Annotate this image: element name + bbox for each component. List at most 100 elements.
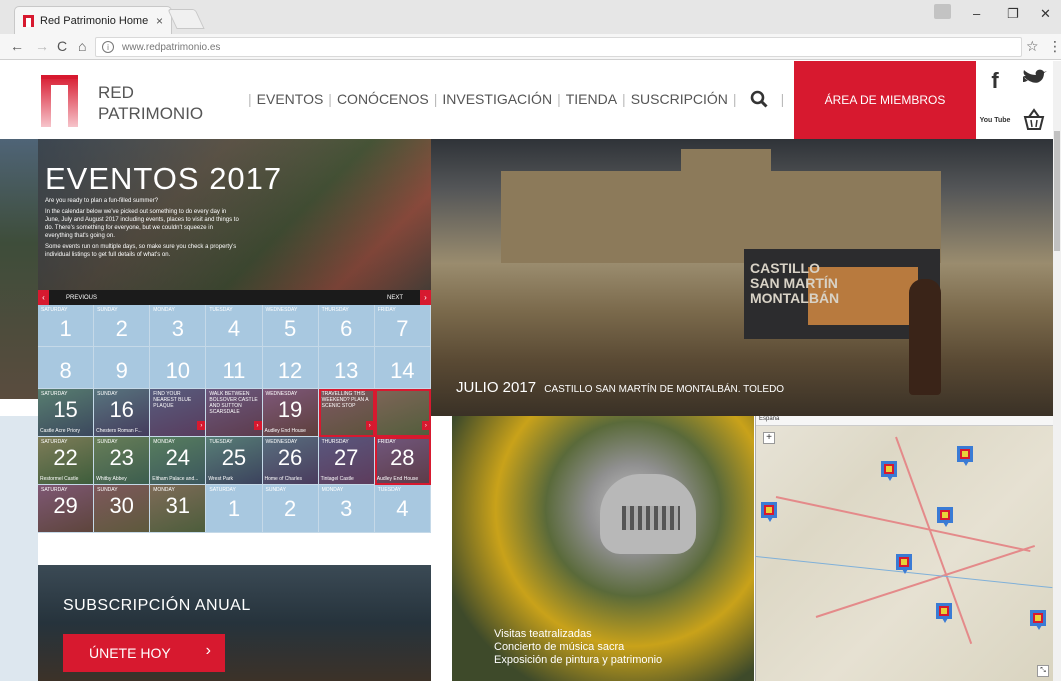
calendar-day-cell[interactable]: 14	[374, 347, 431, 389]
calendar-day-cell[interactable]: SUNDAY 16 Chesters Roman F...	[94, 389, 151, 437]
calendar-day-cell[interactable]: TRAVELLING THIS WEEKEND? PLAN A SCENIC S…	[318, 389, 375, 437]
calendar-weekday: TUESDAY	[209, 307, 233, 313]
left-pad	[0, 416, 38, 681]
search-icon[interactable]	[750, 90, 768, 108]
reload-icon[interactable]: C	[57, 38, 67, 54]
chevron-right-icon[interactable]: ›	[365, 421, 374, 430]
chevron-right-icon[interactable]: ›	[197, 421, 206, 430]
close-tab-icon[interactable]: ×	[156, 14, 163, 28]
calendar-day-cell[interactable]: SUNDAY 2	[262, 485, 319, 533]
calendar-day-cell[interactable]: 12	[262, 347, 319, 389]
maximize-button[interactable]: ❐	[1007, 6, 1019, 22]
calendar-day-cell[interactable]: SATURDAY 29	[38, 485, 95, 533]
events-title: EVENTOS 2017	[45, 161, 283, 196]
map-region-label: España	[759, 416, 780, 422]
map-pin[interactable]	[881, 461, 897, 481]
calendar-day-cell[interactable]: TUESDAY 4	[374, 485, 431, 533]
calendar-day-cell[interactable]: SATURDAY 15 Castle Acre Priory	[38, 389, 95, 437]
calendar-day-cell[interactable]: TUESDAY 25 Wrest Park	[206, 437, 263, 485]
calendar-day-cell[interactable]: WEDNESDAY 5	[262, 305, 319, 347]
nav-eventos[interactable]: EVENTOS	[257, 91, 324, 107]
calendar-day-cell[interactable]: WALK BETWEEN BOLSOVER CASTLE AND SUTTON …	[206, 389, 263, 437]
twitter-icon[interactable]	[1015, 62, 1053, 100]
close-window-button[interactable]: ✕	[1040, 6, 1051, 22]
calendar-day-cell[interactable]: THURSDAY 27 Tintagel Castle	[318, 437, 375, 485]
members-area-button[interactable]: ÁREA DE MIEMBROS	[794, 61, 976, 139]
calendar-day-cell[interactable]: FIND YOUR NEAREST BLUE PLAQUE ›	[150, 389, 207, 437]
knight-photo[interactable]: Visitas teatralizadas Concierto de músic…	[452, 416, 754, 681]
youtube-icon[interactable]: You Tube	[976, 101, 1014, 139]
nav-investigacion[interactable]: INVESTIGACIÓN	[442, 91, 552, 107]
expand-map-icon[interactable]: ⤡	[1037, 665, 1049, 677]
browser-tab[interactable]: Red Patrimonio Home P ×	[14, 6, 172, 34]
calendar-day-cell[interactable]: MONDAY 31	[150, 485, 207, 533]
calendar-day-number: 27	[333, 445, 359, 470]
previous-arrow-button[interactable]: ‹	[38, 290, 49, 305]
calendar-day-cell[interactable]: FRIDAY 7	[374, 305, 431, 347]
scrollbar-thumb[interactable]	[1054, 131, 1060, 251]
map-pin[interactable]	[1030, 610, 1046, 630]
castles-map[interactable]: España + ⤡	[755, 416, 1053, 681]
calendar-day-cell[interactable]: WEDNESDAY 26 Home of Charles	[262, 437, 319, 485]
red-patrimonio-logo-icon[interactable]	[41, 75, 78, 127]
address-bar[interactable]: i www.redpatrimonio.es	[95, 37, 1022, 57]
next-arrow-button[interactable]: ›	[420, 290, 431, 305]
nav-suscripcion[interactable]: SUSCRIPCIÓN	[631, 91, 728, 107]
calendar-day-cell[interactable]: MONDAY 3	[150, 305, 207, 347]
hero-castle-photo[interactable]: CASTILLO SAN MARTÍN MONTALBÁN	[431, 139, 1053, 416]
map-pin[interactable]	[936, 603, 952, 623]
nav-tienda[interactable]: TIENDA	[566, 91, 617, 107]
calendar-day-cell[interactable]: TUESDAY 4	[206, 305, 263, 347]
home-icon[interactable]: ⌂	[78, 38, 86, 54]
calendar-day-cell[interactable]: SUNDAY 2	[94, 305, 151, 347]
browser-menu-icon[interactable]: ⋮	[1048, 38, 1061, 55]
calendar-day-cell[interactable]: SUNDAY 30	[94, 485, 151, 533]
next-label[interactable]: NEXT	[387, 295, 403, 301]
join-now-button[interactable]: ÚNETE HOY ›	[63, 634, 225, 672]
back-arrow-icon[interactable]: ←	[10, 38, 24, 54]
calendar-day-cell[interactable]: 10	[150, 347, 207, 389]
calendar-day-cell[interactable]: 8	[38, 347, 95, 389]
logo-text[interactable]: RED PATRIMONIO	[98, 82, 203, 124]
calendar-day-cell[interactable]: WEDNESDAY 19 Audley End House	[262, 389, 319, 437]
basket-icon[interactable]	[1015, 101, 1053, 139]
calendar-day-number: 22	[53, 445, 78, 470]
forward-arrow-icon[interactable]: →	[35, 38, 49, 54]
map-pin[interactable]	[761, 502, 777, 522]
calendar-day-cell[interactable]: MONDAY 3	[318, 485, 375, 533]
chevron-right-icon[interactable]: ›	[421, 421, 430, 430]
info-icon[interactable]: i	[102, 41, 114, 53]
calendar-day-cell[interactable]: SATURDAY 1	[38, 305, 95, 347]
calendar-day-number: 12	[277, 358, 303, 383]
map-pin[interactable]	[937, 507, 953, 527]
calendar-day-cell[interactable]: 9	[94, 347, 151, 389]
calendar-day-cell[interactable]: MONDAY 24 Eltham Palace and...	[150, 437, 207, 485]
calendar-day-number: 2	[115, 316, 128, 341]
calendar-day-cell[interactable]: SATURDAY 22 Restormel Castle	[38, 437, 95, 485]
minimize-button[interactable]: –	[973, 6, 980, 21]
calendar-day-cell[interactable]: 13	[318, 347, 375, 389]
calendar-day-cell[interactable]: THURSDAY 6	[318, 305, 375, 347]
map-zoom-in-button[interactable]: +	[763, 432, 775, 444]
new-tab-button[interactable]	[167, 9, 205, 29]
calendar-day-number: 16	[109, 397, 134, 422]
facebook-icon[interactable]: f	[976, 62, 1014, 100]
chevron-right-icon[interactable]: ›	[253, 421, 262, 430]
map-pin[interactable]	[896, 554, 912, 574]
previous-label[interactable]: PREVIOUS	[66, 295, 97, 301]
calendar-day-cell[interactable]: ›	[374, 389, 431, 437]
page-scrollbar[interactable]	[1053, 61, 1061, 681]
calendar-day-cell[interactable]: 11	[206, 347, 263, 389]
nav-conocenos[interactable]: CONÓCENOS	[337, 91, 429, 107]
calendar-day-number: 15	[53, 397, 78, 422]
bookmark-star-icon[interactable]: ☆	[1026, 38, 1039, 55]
map-pin[interactable]	[957, 446, 973, 466]
browser-tabbar: Red Patrimonio Home P × – ❐ ✕	[0, 0, 1061, 34]
calendar-day-cell[interactable]: FRIDAY 28 Audley End House	[374, 437, 431, 485]
calendar-day-cell[interactable]: SATURDAY 1	[206, 485, 263, 533]
calendar-day-cell[interactable]: SUNDAY 23 Whitby Abbey	[94, 437, 151, 485]
calendar-day-number: 10	[165, 358, 191, 383]
chevron-right-icon: ›	[205, 642, 211, 659]
profile-icon[interactable]	[934, 4, 951, 19]
events-intro-p1: Are you ready to plan a fun-filled summe…	[45, 198, 159, 204]
